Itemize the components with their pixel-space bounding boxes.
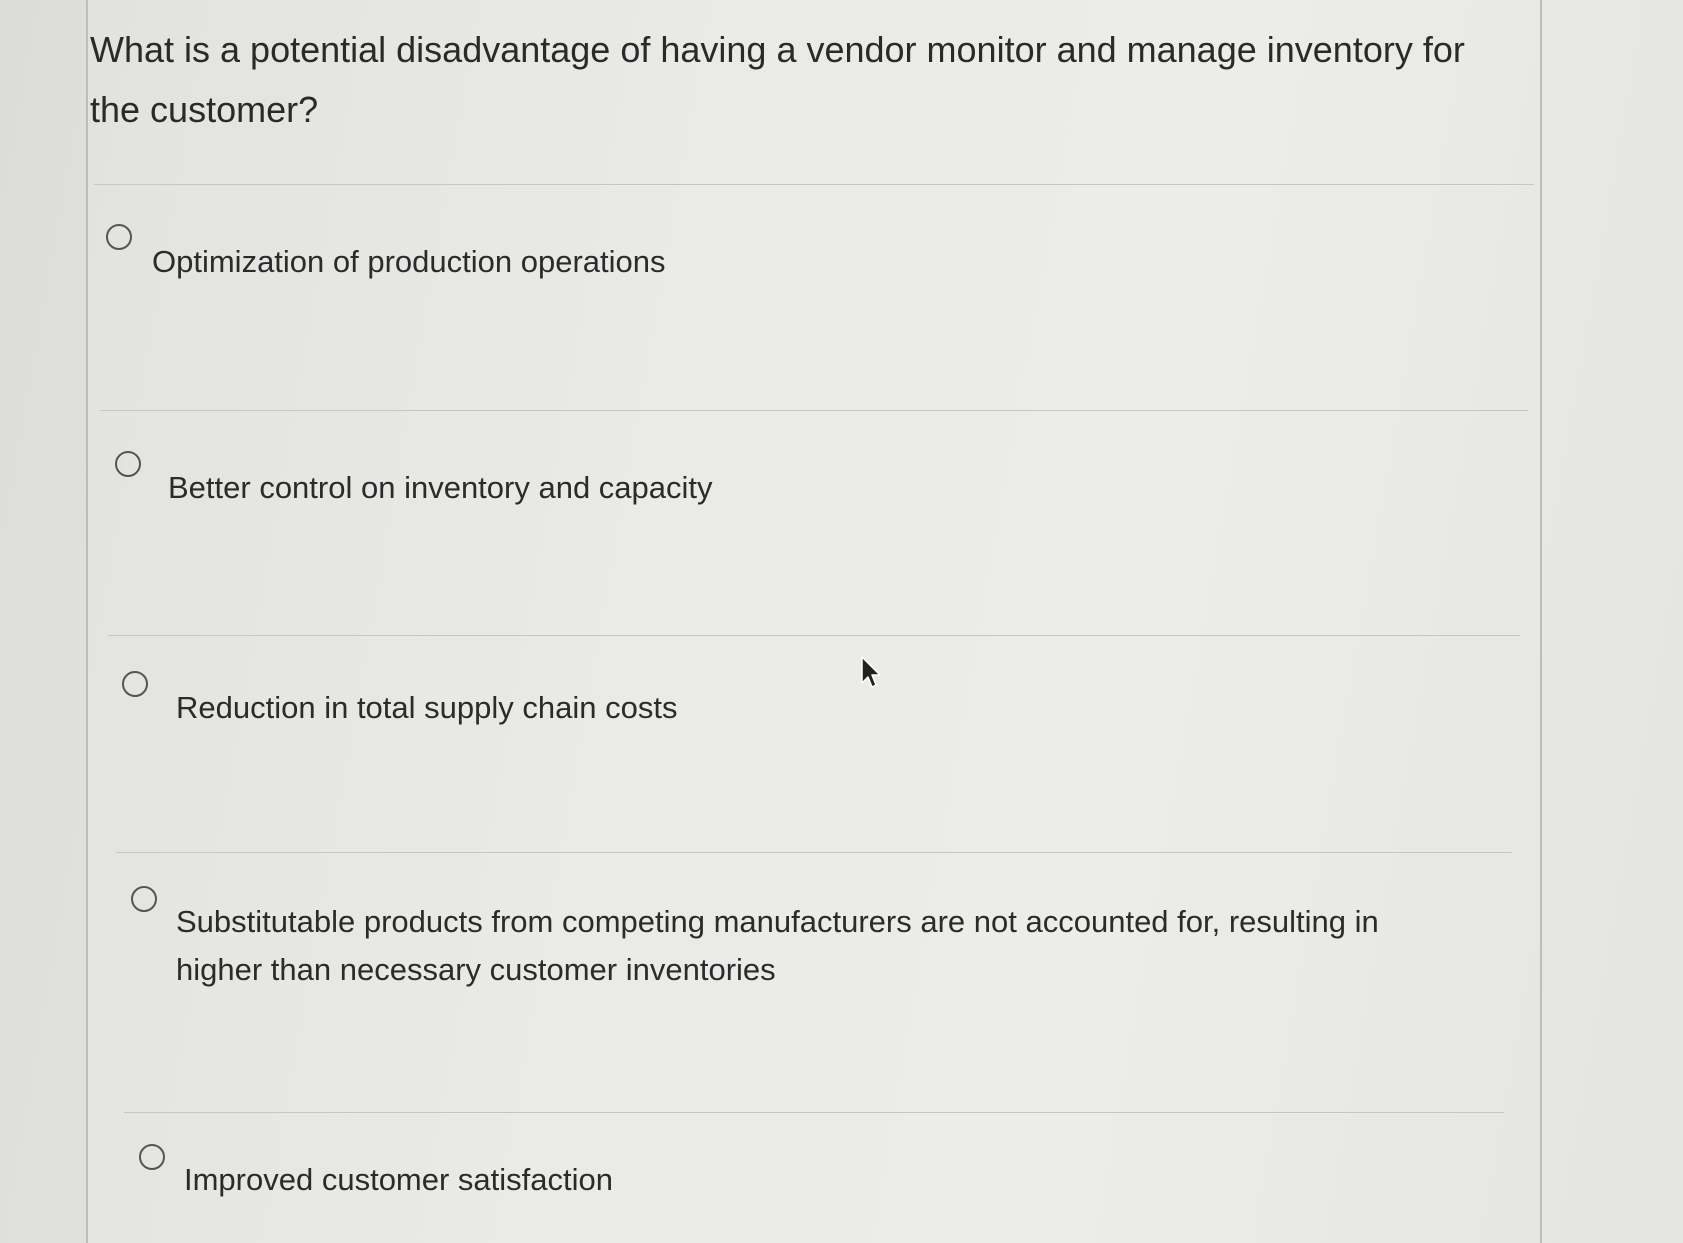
- radio-unchecked-icon[interactable]: [122, 671, 148, 697]
- option-label[interactable]: Reduction in total supply chain costs: [176, 684, 677, 732]
- question-text: What is a potential disadvantage of havi…: [90, 29, 1465, 130]
- radio-unchecked-icon[interactable]: [131, 886, 157, 912]
- radio-unchecked-icon[interactable]: [139, 1144, 165, 1170]
- radio-unchecked-icon[interactable]: [115, 451, 141, 477]
- option-label[interactable]: Substitutable products from competing ma…: [176, 898, 1466, 994]
- divider: [100, 410, 1528, 411]
- divider: [108, 635, 1520, 636]
- screen: What is a potential disadvantage of havi…: [0, 0, 1683, 1243]
- mouse-pointer-icon: [861, 656, 881, 688]
- option-label[interactable]: Better control on inventory and capacity: [168, 464, 713, 512]
- option-label[interactable]: Improved customer satisfaction: [184, 1156, 613, 1204]
- divider: [116, 852, 1512, 853]
- divider: [94, 184, 1534, 185]
- divider: [124, 1112, 1504, 1113]
- question-panel: What is a potential disadvantage of havi…: [86, 0, 1542, 1243]
- radio-unchecked-icon[interactable]: [106, 224, 132, 250]
- option-label[interactable]: Optimization of production operations: [152, 238, 666, 286]
